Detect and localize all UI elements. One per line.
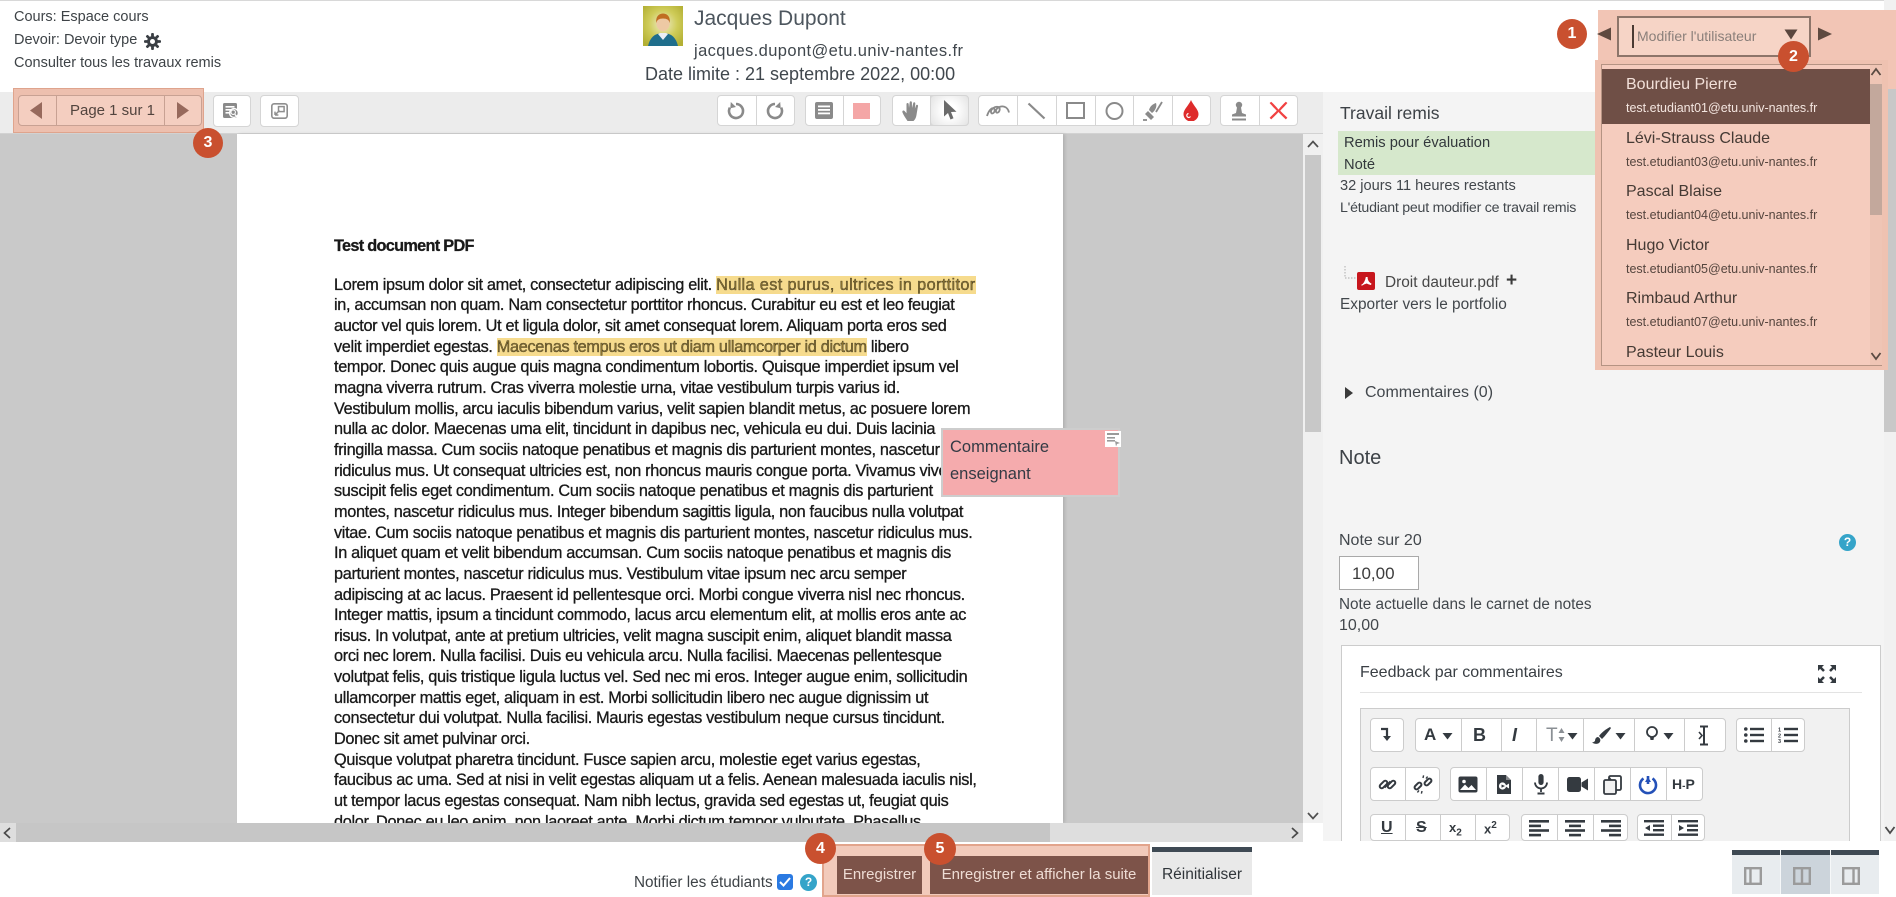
svg-text:3: 3	[1778, 739, 1781, 743]
